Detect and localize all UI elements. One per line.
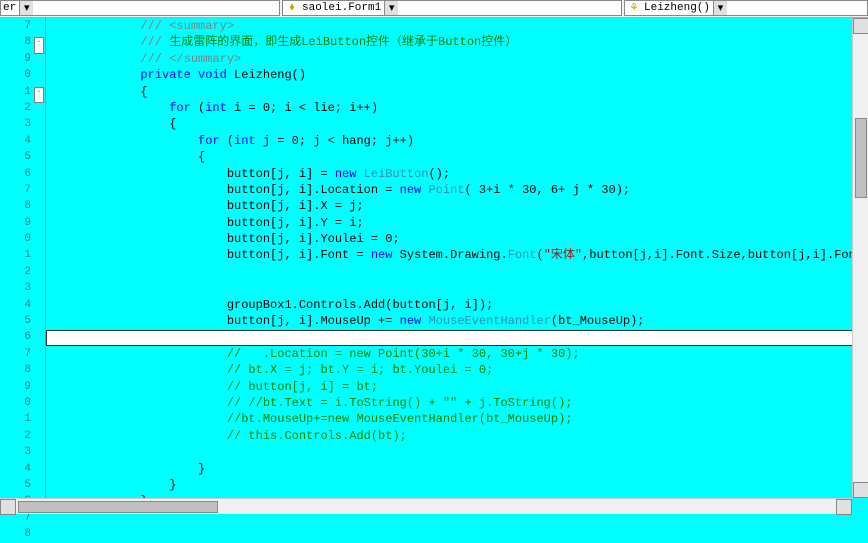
line-number: 5 <box>0 477 31 493</box>
scroll-left-button[interactable] <box>0 499 16 515</box>
fold-toggle[interactable]: - <box>34 37 44 53</box>
line-number: 7 <box>0 346 31 362</box>
line-number: 7 <box>0 182 31 198</box>
code-line[interactable]: /// <summary> <box>46 18 868 34</box>
line-number: 3 <box>0 444 31 460</box>
scroll-right-button[interactable] <box>836 499 852 515</box>
scroll-up-button[interactable] <box>853 18 868 34</box>
code-line[interactable]: // .Location = new Point(30+i * 30, 30+j… <box>46 346 868 362</box>
line-number: 8 <box>0 362 31 378</box>
method-label: Leizheng() <box>644 2 710 14</box>
code-line[interactable]: button[j, i].Location = new Point( 3+i *… <box>46 182 868 198</box>
scope-label: er <box>3 2 16 14</box>
line-number: 5 <box>0 313 31 329</box>
code-line[interactable]: button[j, i].Youlei = 0; <box>46 231 868 247</box>
chevron-down-icon: ▾ <box>19 1 33 15</box>
chevron-down-icon: ▾ <box>713 1 727 15</box>
line-number: 1 <box>0 247 31 263</box>
line-number: 0 <box>0 67 31 83</box>
code-line[interactable]: groupBox1.Controls.Add(button[j, i]); <box>46 297 868 313</box>
code-line[interactable] <box>46 264 868 280</box>
line-number: 2 <box>0 428 31 444</box>
line-number: 1 <box>0 411 31 427</box>
code-line[interactable]: } <box>46 477 868 493</box>
fold-toggle[interactable]: - <box>34 87 44 103</box>
line-number: 2 <box>0 264 31 280</box>
code-line[interactable]: //bt.MouseUp+=new MouseEventHandler(bt_M… <box>46 411 868 427</box>
code-line[interactable]: /// </summary> <box>46 51 868 67</box>
line-number: 0 <box>0 395 31 411</box>
line-number-gutter: 78901234567890123456789012345678-- <box>0 18 46 514</box>
class-icon: ⬧ <box>285 2 299 14</box>
code-line[interactable]: { <box>46 84 868 100</box>
class-label: saolei.Form1 <box>302 2 381 14</box>
code-editor[interactable]: /// <summary> /// 生成雷阵的界面，即生成LeiButton控件… <box>46 18 868 514</box>
navigation-bar: er ▾ ⬧ saolei.Form1 ▾ ⚘ Leizheng() ▾ <box>0 0 868 18</box>
line-number: 8 <box>0 526 31 542</box>
code-line[interactable] <box>46 280 868 296</box>
code-line[interactable]: button[j, i].Font = new System.Drawing.F… <box>46 247 868 263</box>
code-line[interactable]: // //bt.Text = i.ToString() + "" + j.ToS… <box>46 395 868 411</box>
scroll-thumb-v[interactable] <box>855 118 867 198</box>
line-number: 5 <box>0 149 31 165</box>
method-dropdown[interactable]: ⚘ Leizheng() ▾ <box>624 0 868 16</box>
code-line[interactable] <box>46 329 868 345</box>
line-number: 0 <box>0 231 31 247</box>
code-line[interactable]: // this.Controls.Add(bt); <box>46 428 868 444</box>
code-line[interactable]: button[j, i] = new LeiButton(); <box>46 166 868 182</box>
line-number: 4 <box>0 133 31 149</box>
line-number: 9 <box>0 51 31 67</box>
line-number: 8 <box>0 198 31 214</box>
scroll-thumb-h[interactable] <box>18 501 218 513</box>
scope-dropdown[interactable]: er ▾ <box>0 0 280 16</box>
code-line[interactable]: /// 生成雷阵的界面，即生成LeiButton控件（继承于Button控件） <box>46 34 868 50</box>
line-number: 6 <box>0 329 31 345</box>
line-number: 9 <box>0 215 31 231</box>
chevron-down-icon: ▾ <box>384 1 398 15</box>
method-icon: ⚘ <box>627 2 641 14</box>
code-line[interactable]: { <box>46 149 868 165</box>
line-number: 3 <box>0 116 31 132</box>
line-number: 3 <box>0 280 31 296</box>
code-line[interactable]: private void Leizheng() <box>46 67 868 83</box>
code-line[interactable]: for (int i = 0; i < lie; i++) <box>46 100 868 116</box>
line-number: 6 <box>0 166 31 182</box>
code-line[interactable]: } <box>46 461 868 477</box>
code-line[interactable] <box>46 444 868 460</box>
code-line[interactable]: button[j, i].MouseUp += new MouseEventHa… <box>46 313 868 329</box>
line-number: 9 <box>0 379 31 395</box>
code-line[interactable]: for (int j = 0; j < hang; j++) <box>46 133 868 149</box>
scroll-down-button[interactable] <box>853 482 868 498</box>
line-number: 4 <box>0 461 31 477</box>
line-number: 2 <box>0 100 31 116</box>
code-line[interactable]: { <box>46 116 868 132</box>
line-number: 8 <box>0 34 31 50</box>
line-number: 7 <box>0 18 31 34</box>
horizontal-scrollbar[interactable] <box>0 498 852 514</box>
code-line[interactable]: // button[j, i] = bt; <box>46 379 868 395</box>
vertical-scrollbar[interactable] <box>852 18 868 498</box>
editor-main: 78901234567890123456789012345678-- /// <… <box>0 18 868 514</box>
code-line[interactable]: button[j, i].Y = i; <box>46 215 868 231</box>
code-line[interactable]: // bt.X = j; bt.Y = i; bt.Youlei = 0; <box>46 362 868 378</box>
class-dropdown[interactable]: ⬧ saolei.Form1 ▾ <box>282 0 622 16</box>
line-number: 4 <box>0 297 31 313</box>
line-number: 1 <box>0 84 31 100</box>
code-line[interactable]: button[j, i].X = j; <box>46 198 868 214</box>
